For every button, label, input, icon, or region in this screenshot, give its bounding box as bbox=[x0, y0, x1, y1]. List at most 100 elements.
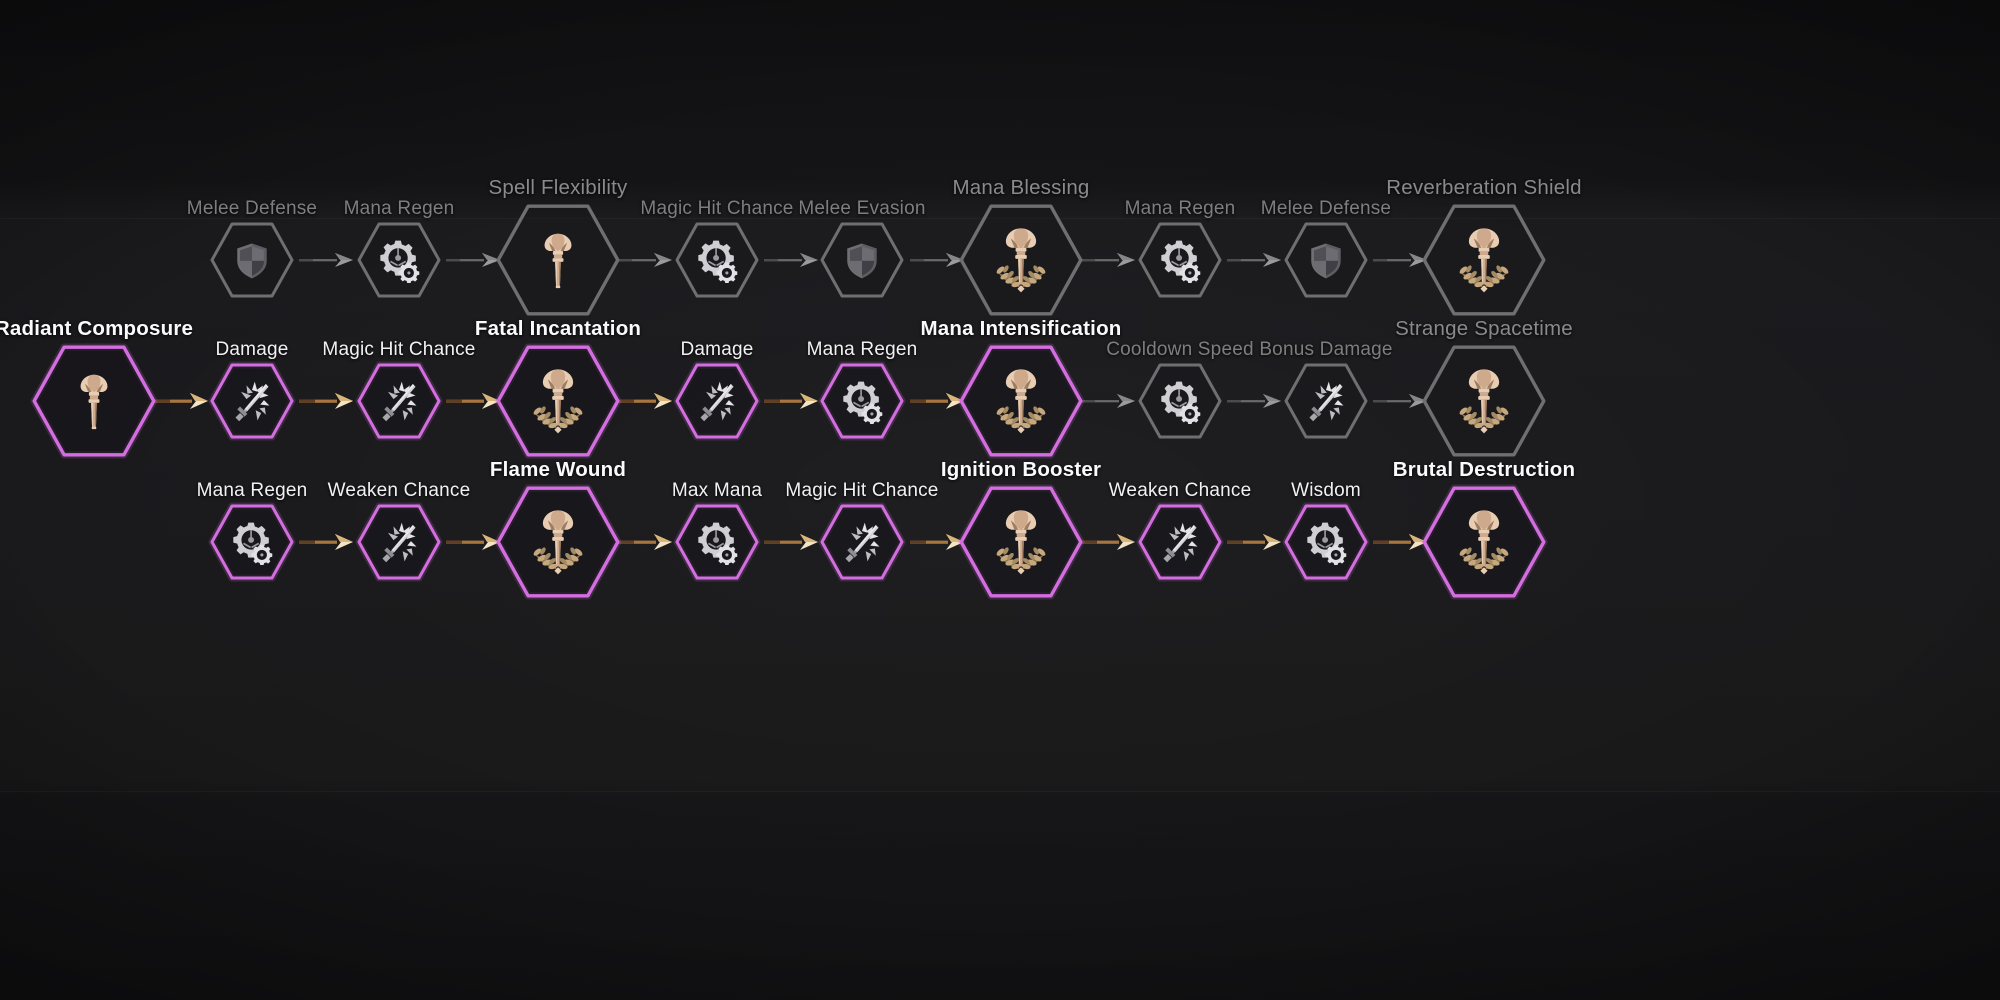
skill-node-label: Magic Hit Chance bbox=[785, 480, 939, 501]
skill-node[interactable]: .sc-a{fill:#e8cdb3}.sc-b{fill:#cfa98c}.s… bbox=[941, 459, 1101, 600]
skill-node[interactable]: .gr-a{fill:#636368}.gr-b{fill:#4e4e53}.g… bbox=[1106, 340, 1254, 439]
gear-icon[interactable]: .gr-a{fill:#636368}.gr-b{fill:#4e4e53}.g… bbox=[1138, 363, 1222, 439]
skill-node-label: Bonus Damage bbox=[1259, 339, 1393, 360]
skill-node[interactable]: .sc-a{fill:#e8cdb3}.sc-b{fill:#cfa98c}.s… bbox=[490, 459, 626, 600]
gear-icon[interactable]: .gr-a{fill:#636368}.gr-b{fill:#4e4e53}.g… bbox=[357, 222, 441, 298]
shield-icon[interactable]: .sd-a{fill:#5e5e62}.sd-b{fill:#4f4f54}.s… bbox=[820, 222, 904, 298]
skill-node-label: Damage bbox=[680, 339, 754, 360]
skill-node-label: Mana Regen bbox=[343, 198, 455, 219]
skill-node[interactable]: .sd-a{fill:#5e5e62}.sd-b{fill:#4f4f54}.s… bbox=[798, 199, 925, 298]
skill-node-label: Magic Hit Chance bbox=[640, 198, 794, 219]
skill-tree-board: .sd-a{fill:#5e5e62}.sd-b{fill:#4f4f54}.s… bbox=[0, 0, 2000, 1000]
skill-node[interactable]: .gr-a{fill:#636368}.gr-b{fill:#4e4e53}.g… bbox=[1125, 199, 1235, 298]
connector-arrow-locked bbox=[1081, 249, 1135, 271]
skill-node-label: Reverberation Shield bbox=[1386, 175, 1582, 199]
gear-icon[interactable]: .gr-a{fill:#cfcfd3}.gr-b{fill:#9a9aa0}.g… bbox=[673, 502, 761, 582]
sword-burst-icon[interactable]: .sl-a{fill:#d3d3d7}.sl-b{fill:#ebebef}.s… bbox=[673, 361, 761, 441]
shield-icon[interactable]: .sd-a{fill:#5e5e62}.sd-b{fill:#4f4f54}.s… bbox=[210, 222, 294, 298]
skill-node[interactable]: .gr-a{fill:#cfcfd3}.gr-b{fill:#9a9aa0}.g… bbox=[672, 481, 762, 582]
skill-node[interactable]: .sc-a{fill:#e8cdb3}.sc-b{fill:#cfa98c}.s… bbox=[475, 318, 641, 459]
gear-icon[interactable]: .gr-a{fill:#cfcfd3}.gr-b{fill:#9a9aa0}.g… bbox=[1282, 502, 1370, 582]
shield-icon[interactable]: .sd-a{fill:#5e5e62}.sd-b{fill:#4f4f54}.s… bbox=[1284, 222, 1368, 298]
connector-arrow-active bbox=[764, 531, 818, 553]
skill-node[interactable]: .sc-a{fill:#8b8b8e}.sc-b{fill:#727276}.s… bbox=[952, 177, 1089, 316]
scepter-laurel-icon[interactable]: .sc-a{fill:#e8cdb3}.sc-b{fill:#cfa98c}.s… bbox=[957, 484, 1085, 600]
gear-icon[interactable]: .gr-a{fill:#636368}.gr-b{fill:#4e4e53}.g… bbox=[675, 222, 759, 298]
skill-node[interactable]: .gr-a{fill:#cfcfd3}.gr-b{fill:#9a9aa0}.g… bbox=[1282, 481, 1370, 582]
scepter-laurel-icon[interactable]: .sc-a{fill:#e8cdb3}.sc-b{fill:#cfa98c}.s… bbox=[957, 343, 1085, 459]
connector-arrow-active bbox=[299, 390, 353, 412]
skill-node-label: Mana Regen bbox=[196, 480, 308, 501]
sword-burst-icon[interactable]: .sl-a{fill:#d3d3d7}.sl-b{fill:#ebebef}.s… bbox=[355, 502, 443, 582]
connector-arrow-locked bbox=[618, 249, 672, 271]
sword-burst-icon[interactable]: .sl-a{fill:#d3d3d7}.sl-b{fill:#ebebef}.s… bbox=[1136, 502, 1224, 582]
skill-node[interactable]: .sl-a{fill:#d3d3d7}.sl-b{fill:#ebebef}.s… bbox=[673, 340, 761, 441]
connector-arrow-active bbox=[154, 390, 208, 412]
skill-node[interactable]: .sd-a{fill:#5e5e62}.sd-b{fill:#4f4f54}.s… bbox=[187, 199, 317, 298]
skill-node-label: Radiant Composure bbox=[0, 316, 194, 340]
scepter-laurel-icon[interactable]: .sc-a{fill:#e8cdb3}.sc-b{fill:#cfa98c}.s… bbox=[1420, 484, 1548, 600]
connector-arrow-locked bbox=[764, 249, 818, 271]
connector-arrow-active bbox=[764, 390, 818, 412]
connector-arrow-locked bbox=[1081, 390, 1135, 412]
skill-node-label: Mana Regen bbox=[1124, 198, 1236, 219]
scepter-laurel-icon[interactable]: .sc-a{fill:#8b8b8e}.sc-b{fill:#727276}.s… bbox=[1422, 204, 1546, 316]
skill-node[interactable]: .gr-a{fill:#636368}.gr-b{fill:#4e4e53}.g… bbox=[344, 199, 454, 298]
skill-node[interactable]: .sc-a{fill:#8b8b8e}.sc-b{fill:#727276}.s… bbox=[1395, 318, 1573, 457]
gear-icon[interactable]: .gr-a{fill:#636368}.gr-b{fill:#4e4e53}.g… bbox=[1138, 222, 1222, 298]
skill-node[interactable]: .sc-a{fill:#8b8b8e}.sc-b{fill:#727276}.s… bbox=[1386, 177, 1582, 316]
skill-node-label: Melee Defense bbox=[1260, 198, 1392, 219]
sword-burst-icon[interactable]: .sl-a{fill:#d3d3d7}.sl-b{fill:#ebebef}.s… bbox=[355, 361, 443, 441]
connector-arrow-active bbox=[618, 531, 672, 553]
connector-arrow-active bbox=[1227, 531, 1281, 553]
gear-icon[interactable]: .gr-a{fill:#cfcfd3}.gr-b{fill:#9a9aa0}.g… bbox=[208, 502, 296, 582]
skill-node-label: Cooldown Speed bbox=[1106, 339, 1254, 360]
skill-node[interactable]: .sl-a{fill:#d3d3d7}.sl-b{fill:#ebebef}.s… bbox=[328, 481, 470, 582]
skill-node[interactable]: .sl-a{fill:#d3d3d7}.sl-b{fill:#ebebef}.s… bbox=[785, 481, 938, 582]
connector-arrow-active bbox=[446, 390, 500, 412]
scepter-laurel-icon[interactable]: .sc-a{fill:#8b8b8e}.sc-b{fill:#727276}.s… bbox=[959, 204, 1083, 316]
scepter-icon[interactable]: .sc-a{fill:#8b8b8e}.sc-b{fill:#727276}.s… bbox=[496, 204, 620, 316]
skill-node[interactable]: .sl-a{fill:#d3d3d7}.sl-b{fill:#ebebef}.s… bbox=[1109, 481, 1251, 582]
scepter-icon[interactable]: .sc-a{fill:#e8cdb3}.sc-b{fill:#cfa98c}.s… bbox=[30, 343, 158, 459]
skill-node[interactable]: .sc-a{fill:#e8cdb3}.sc-b{fill:#cfa98c}.s… bbox=[920, 318, 1121, 459]
skill-node[interactable]: .sd-a{fill:#5e5e62}.sd-b{fill:#4f4f54}.s… bbox=[1261, 199, 1391, 298]
sword-burst-icon[interactable]: .sl-a{fill:#d3d3d7}.sl-b{fill:#ebebef}.s… bbox=[818, 502, 906, 582]
skill-node[interactable]: .sc-a{fill:#e8cdb3}.sc-b{fill:#cfa98c}.s… bbox=[1393, 459, 1575, 600]
skill-node[interactable]: .gr-a{fill:#636368}.gr-b{fill:#4e4e53}.g… bbox=[640, 199, 793, 298]
connector-arrow-active bbox=[618, 390, 672, 412]
connector-arrow-locked bbox=[1373, 249, 1427, 271]
scepter-laurel-icon[interactable]: .sc-a{fill:#8b8b8e}.sc-b{fill:#727276}.s… bbox=[1422, 345, 1546, 457]
scepter-laurel-icon[interactable]: .sc-a{fill:#e8cdb3}.sc-b{fill:#cfa98c}.s… bbox=[494, 343, 622, 459]
skill-node-label: Mana Blessing bbox=[952, 175, 1090, 199]
connector-arrow-active bbox=[1373, 531, 1427, 553]
skill-node-label: Brutal Destruction bbox=[1392, 457, 1576, 481]
skill-node[interactable]: .sl-a{fill:#606066}.sl-b{fill:#74747a}.s… bbox=[1259, 340, 1392, 439]
skill-node[interactable]: .sl-a{fill:#d3d3d7}.sl-b{fill:#ebebef}.s… bbox=[208, 340, 296, 441]
connector-arrow-locked bbox=[1373, 390, 1427, 412]
skill-node-label: Ignition Booster bbox=[940, 457, 1102, 481]
sword-burst-icon[interactable]: .sl-a{fill:#606066}.sl-b{fill:#74747a}.s… bbox=[1284, 363, 1368, 439]
connector-arrow-locked bbox=[299, 249, 353, 271]
scepter-laurel-icon[interactable]: .sc-a{fill:#e8cdb3}.sc-b{fill:#cfa98c}.s… bbox=[494, 484, 622, 600]
connector-arrow-active bbox=[910, 531, 964, 553]
skill-node-label: Damage bbox=[215, 339, 289, 360]
skill-node-label: Melee Defense bbox=[186, 198, 318, 219]
skill-node-label: Weaken Chance bbox=[327, 480, 471, 501]
skill-node[interactable]: .gr-a{fill:#cfcfd3}.gr-b{fill:#9a9aa0}.g… bbox=[197, 481, 307, 582]
skill-node[interactable]: .gr-a{fill:#cfcfd3}.gr-b{fill:#9a9aa0}.g… bbox=[807, 340, 917, 441]
skill-node-label: Mana Regen bbox=[806, 339, 918, 360]
connector-arrow-active bbox=[1081, 531, 1135, 553]
connector-arrow-locked bbox=[1227, 249, 1281, 271]
sword-burst-icon[interactable]: .sl-a{fill:#d3d3d7}.sl-b{fill:#ebebef}.s… bbox=[208, 361, 296, 441]
skill-node-label: Melee Evasion bbox=[798, 198, 926, 219]
connector-arrow-locked bbox=[446, 249, 500, 271]
skill-node-label: Wisdom bbox=[1291, 480, 1361, 501]
skill-node-label: Strange Spacetime bbox=[1395, 316, 1573, 340]
skill-node-label: Mana Intensification bbox=[920, 316, 1122, 340]
skill-node-label: Max Mana bbox=[671, 480, 763, 501]
gear-icon[interactable]: .gr-a{fill:#cfcfd3}.gr-b{fill:#9a9aa0}.g… bbox=[818, 361, 906, 441]
skill-node[interactable]: .sl-a{fill:#d3d3d7}.sl-b{fill:#ebebef}.s… bbox=[322, 340, 475, 441]
skill-node[interactable]: .sc-a{fill:#e8cdb3}.sc-b{fill:#cfa98c}.s… bbox=[0, 318, 193, 459]
skill-node[interactable]: .sc-a{fill:#8b8b8e}.sc-b{fill:#727276}.s… bbox=[489, 177, 627, 316]
